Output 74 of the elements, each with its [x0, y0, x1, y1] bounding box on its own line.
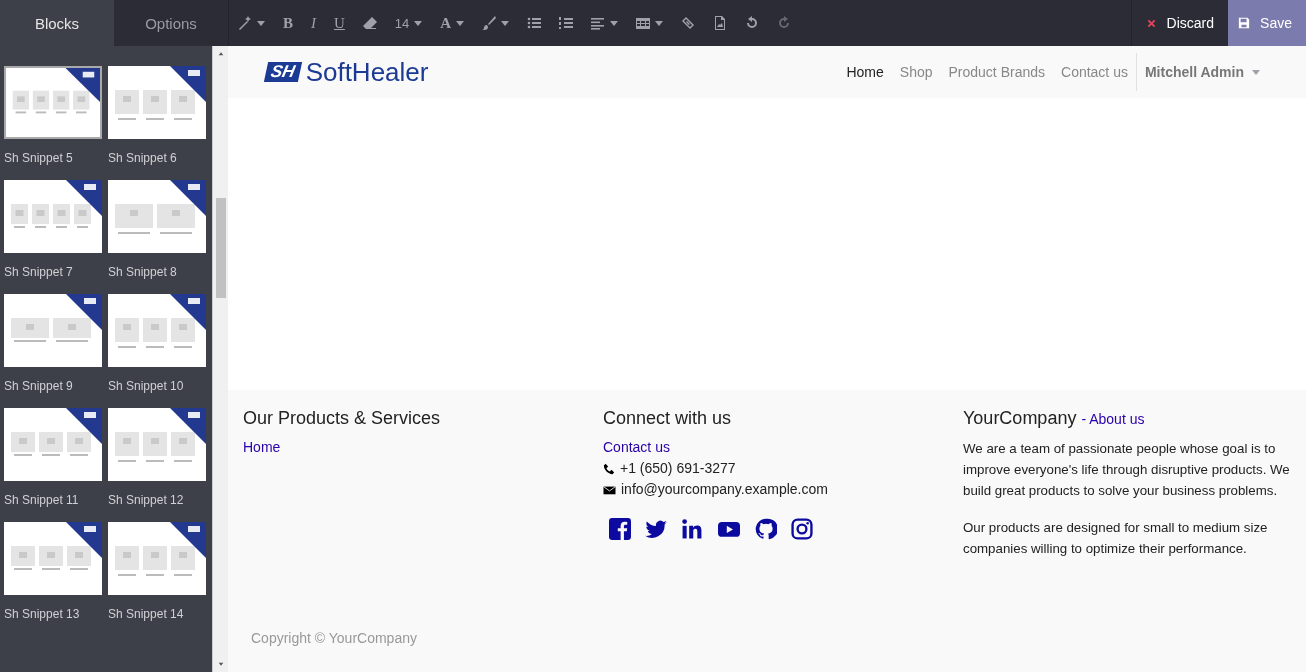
footer-link[interactable]: Home: [243, 437, 603, 458]
footer-heading: Connect with us: [603, 408, 733, 429]
snippet-label: Sh Snippet 13: [4, 607, 81, 621]
caret-icon: [414, 20, 423, 26]
numbered-list-icon: [559, 16, 574, 30]
bullet-list-icon: [527, 16, 542, 30]
snippet-label: Sh Snippet 8: [108, 265, 178, 279]
snippet-thumbnail[interactable]: [108, 180, 206, 253]
caret-icon: [1252, 69, 1260, 75]
facebook-icon: [609, 518, 631, 540]
caret-icon: [456, 20, 465, 26]
sidebar-tab[interactable]: Blocks: [0, 0, 114, 46]
footer-heading: Our Products & Services: [243, 408, 442, 429]
caret-icon: [257, 20, 265, 26]
snippet-thumbnail[interactable]: [4, 522, 102, 595]
bold-button[interactable]: B: [274, 0, 302, 46]
scroll-up-icon: [216, 50, 225, 58]
magic-wand-icon: [238, 16, 252, 30]
nav-link[interactable]: Shop: [891, 64, 941, 80]
caret-icon: [655, 20, 664, 26]
italic-button[interactable]: I: [302, 0, 325, 46]
nav-link[interactable]: Product Brands: [940, 64, 1053, 80]
envelope-icon: [603, 483, 616, 496]
underline-button[interactable]: U: [325, 0, 354, 46]
sidebar-tab[interactable]: Options: [114, 0, 228, 46]
snippet-thumbnail[interactable]: [108, 522, 206, 595]
snippet-thumbnail[interactable]: [108, 408, 206, 481]
table-icon: [636, 16, 651, 30]
scrollbar-thumb[interactable]: [215, 198, 226, 298]
user-menu[interactable]: Mitchell Admin: [1135, 53, 1268, 91]
github-icon: [755, 518, 777, 540]
snippet-thumbnail[interactable]: [4, 294, 102, 367]
undo-icon: [745, 16, 760, 30]
phone-icon: [603, 462, 615, 475]
snippet-label: Sh Snippet 11: [4, 493, 80, 507]
align-icon: [591, 16, 606, 30]
email-address: info@yourcompany.example.com: [621, 480, 828, 499]
scrollbar[interactable]: [212, 46, 228, 672]
font-size-button[interactable]: 14: [385, 0, 432, 46]
snippet-thumbnail[interactable]: [4, 180, 102, 253]
snippet-thumbnail[interactable]: [4, 66, 102, 139]
footer-heading: YourCompany - About us: [963, 408, 1146, 430]
snippet-label: Sh Snippet 14: [108, 607, 185, 621]
eraser-icon: [362, 16, 377, 30]
snippet-label: Sh Snippet 12: [108, 493, 185, 507]
caret-icon: [610, 20, 619, 26]
snippet-label: Sh Snippet 5: [4, 151, 74, 165]
snippet-label: Sh Snippet 9: [4, 379, 74, 393]
snippet-label: Sh Snippet 7: [4, 265, 74, 279]
snippet-label: Sh Snippet 6: [108, 151, 178, 165]
about-link[interactable]: - About us: [1081, 411, 1145, 427]
twitter-icon: [645, 518, 667, 540]
redo-icon: [777, 16, 792, 30]
nav-link[interactable]: Contact us: [1053, 64, 1136, 80]
snippet-thumbnail[interactable]: [4, 408, 102, 481]
phone-number: +1 (650) 691-3277: [620, 459, 736, 478]
snippet-thumbnail[interactable]: [108, 66, 206, 139]
snippet-label: Sh Snippet 10: [108, 379, 185, 393]
font-color-button[interactable]: A: [431, 0, 474, 46]
contact-link[interactable]: Contact us: [603, 437, 963, 458]
copyright-text: Copyright © YourCompany: [251, 630, 418, 646]
scroll-down-icon: [216, 660, 225, 668]
save-button[interactable]: Save: [1228, 0, 1306, 46]
image-file-icon: [713, 16, 728, 30]
company-logo[interactable]: SH SoftHealer: [266, 56, 429, 88]
caret-icon: [501, 20, 510, 26]
nav-link[interactable]: Home: [838, 64, 892, 80]
linkedin-icon: [681, 518, 703, 540]
brush-icon: [482, 16, 497, 30]
snippet-thumbnail[interactable]: [108, 294, 206, 367]
about-paragraph: Our products are designed for small to medium size companies willing to optimize their performance.: [963, 519, 1269, 558]
close-icon: [1145, 17, 1157, 29]
instagram-icon: [791, 518, 813, 540]
about-paragraph: We are a team of passionate people whose goal is to improve everyone's life through disruptive products. We build great products to solve your business problems.: [963, 440, 1291, 500]
